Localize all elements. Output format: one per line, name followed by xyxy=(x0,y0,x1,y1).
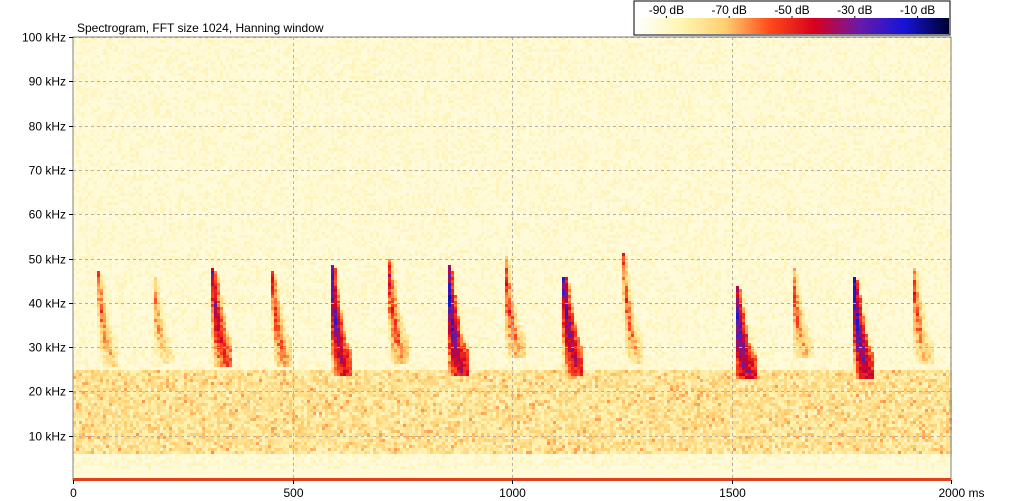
y-tick-label: 100 kHz xyxy=(22,31,66,45)
y-tick-label: 30 kHz xyxy=(29,341,66,355)
x-tick-label: 0 xyxy=(70,486,77,500)
y-tick-label: 80 kHz xyxy=(29,120,66,134)
y-tick-label: 60 kHz xyxy=(29,208,66,222)
y-tick-label: 50 kHz xyxy=(29,253,66,267)
chart-title: Spectrogram, FFT size 1024, Hanning wind… xyxy=(77,21,324,35)
y-tick-label: 10 kHz xyxy=(29,430,66,444)
legend-tick-label: -90 dB xyxy=(649,3,684,17)
legend-tick-label: -10 dB xyxy=(900,3,935,17)
legend-tick-label: -50 dB xyxy=(774,3,809,17)
legend-tick-label: -70 dB xyxy=(712,3,747,17)
x-axis: 0 500 1000 1500 2000 ms xyxy=(70,480,984,500)
x-tick-label: 1500 xyxy=(719,486,746,500)
y-tick-label: 90 kHz xyxy=(29,75,66,89)
legend-tick-label: -30 dB xyxy=(837,3,872,17)
x-tick-label: 2000 ms xyxy=(938,486,984,500)
spectrogram-figure: 10 kHz 20 kHz 30 kHz 40 kHz 50 kHz 60 kHz 70 k… xyxy=(0,0,1024,501)
x-tick-label: 1000 xyxy=(499,486,526,500)
y-tick-label: 40 kHz xyxy=(29,297,66,311)
y-axis: 10 kHz 20 kHz 30 kHz 40 kHz 50 kHz 60 kHz 70 k… xyxy=(22,31,73,444)
x-tick-label: 500 xyxy=(283,486,303,500)
color-scale-legend: -90 dB -70 dB -50 dB -30 dB -10 dB xyxy=(634,1,950,35)
color-bar xyxy=(635,18,949,34)
y-tick-label: 70 kHz xyxy=(29,164,66,178)
y-tick-label: 20 kHz xyxy=(29,385,66,399)
